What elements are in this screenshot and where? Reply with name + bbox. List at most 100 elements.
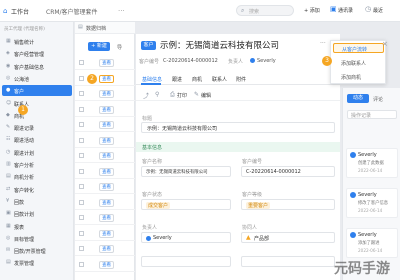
sidebar-item[interactable]: ▥ 客户分析 bbox=[2, 159, 72, 170]
customer-status-field[interactable]: 成交客户 bbox=[141, 199, 231, 210]
row-checkbox[interactable] bbox=[79, 91, 84, 96]
list-row[interactable]: 查看 bbox=[75, 227, 135, 241]
row-checkbox[interactable] bbox=[79, 215, 84, 220]
new-record-button[interactable]: + 新建 bbox=[88, 42, 110, 51]
sidebar-item[interactable]: ◆ 商机 bbox=[2, 110, 72, 121]
row-checkbox[interactable] bbox=[79, 199, 84, 205]
sidebar-item[interactable]: ◎ 公海池 bbox=[2, 73, 72, 84]
more-actions-button[interactable]: ··· bbox=[320, 40, 326, 47]
view-button[interactable]: 查看 bbox=[99, 121, 114, 129]
sidebar-item[interactable]: ▣ 回款计划 bbox=[2, 208, 72, 219]
list-row[interactable]: 查看 bbox=[75, 103, 135, 117]
view-button[interactable]: 查看 bbox=[99, 152, 114, 160]
edit-label[interactable]: 编辑 bbox=[201, 92, 211, 99]
contacts-label[interactable]: 通讯录 bbox=[338, 7, 353, 14]
view-button[interactable]: 查看 bbox=[99, 136, 114, 145]
sidebar-item[interactable]: ☷ 跟进活动 bbox=[2, 134, 72, 145]
customer-level-field[interactable]: 重要客户 bbox=[241, 199, 335, 210]
workspace-label[interactable]: 工作台 bbox=[11, 7, 29, 16]
recent-label[interactable]: 最近 bbox=[373, 7, 383, 14]
home-icon[interactable]: ⌂ bbox=[3, 7, 7, 15]
contacts-icon[interactable]: ▣ bbox=[330, 5, 337, 13]
view-button[interactable]: 查看 bbox=[99, 214, 114, 222]
extra-field-1[interactable] bbox=[141, 256, 231, 267]
edit-icon[interactable]: ✎ bbox=[194, 91, 199, 98]
sidebar-item[interactable]: ¥ 回款 bbox=[2, 196, 72, 207]
import-button[interactable]: 导 bbox=[117, 44, 122, 51]
sidebar-item[interactable]: ◈ 客户经营管理 bbox=[2, 48, 72, 59]
extra-field-2[interactable] bbox=[241, 256, 335, 267]
sidebar-item[interactable]: ◉ 客户基础信息 bbox=[2, 61, 72, 72]
list-row[interactable]: 查看 bbox=[75, 149, 135, 163]
list-row[interactable]: 查看 bbox=[75, 242, 135, 256]
view-button[interactable]: 查看 bbox=[99, 167, 114, 176]
print-label[interactable]: 打印 bbox=[177, 92, 187, 99]
search-input[interactable]: ⌕ 搜索 bbox=[236, 5, 294, 16]
list-row[interactable]: 查看 bbox=[75, 196, 135, 210]
tab-basic-info[interactable]: 基础信息 bbox=[142, 76, 162, 83]
list-row[interactable]: 查看 bbox=[75, 165, 135, 179]
sidebar-item[interactable]: ◎ 目标管理 bbox=[2, 233, 72, 244]
sidebar-item[interactable]: ● 客户 bbox=[2, 85, 72, 97]
sidebar-item[interactable]: ▦ 报表 bbox=[2, 221, 72, 232]
row-checkbox[interactable] bbox=[79, 122, 84, 127]
tab-comments[interactable]: 评论 bbox=[373, 96, 383, 103]
view-button[interactable]: 查看 bbox=[99, 74, 114, 83]
row-checkbox[interactable] bbox=[79, 168, 84, 174]
list-row[interactable]: 查看 bbox=[75, 72, 135, 86]
title-field[interactable]: 示例：无锡简道云科技有限公司 bbox=[141, 122, 335, 133]
activity-filter[interactable]: 操作记录 bbox=[347, 110, 397, 119]
view-button[interactable]: 查看 bbox=[99, 198, 114, 207]
row-checkbox[interactable] bbox=[79, 230, 84, 236]
row-checkbox[interactable] bbox=[79, 75, 84, 81]
tab-contacts[interactable]: 联系人 bbox=[212, 76, 227, 83]
sidebar-item[interactable]: ▤ 发票管理 bbox=[2, 257, 72, 268]
sidebar-item[interactable]: ⇄ 客户转化 bbox=[2, 184, 72, 195]
view-button[interactable]: 查看 bbox=[99, 105, 114, 114]
row-checkbox[interactable] bbox=[79, 246, 84, 251]
list-row[interactable]: 查看 bbox=[75, 180, 135, 194]
clock-icon[interactable]: ◷ bbox=[365, 5, 371, 13]
owner-field[interactable]: Severly bbox=[141, 232, 231, 243]
sidebar-item[interactable]: ✎ 跟进记录 bbox=[2, 122, 72, 133]
dropdown-item-0[interactable]: 从客户流转 bbox=[333, 43, 384, 53]
tab-activity[interactable]: 动态 bbox=[347, 94, 369, 103]
list-row[interactable]: 查看 bbox=[75, 258, 135, 272]
close-icon[interactable]: × bbox=[382, 40, 388, 48]
sidebar-item[interactable]: ▤ 商机分析 bbox=[2, 171, 72, 182]
row-checkbox[interactable] bbox=[79, 137, 84, 143]
list-row[interactable]: 查看 bbox=[75, 118, 135, 132]
row-checkbox[interactable] bbox=[79, 184, 84, 189]
customer-name-field[interactable]: 示例：无锡简道云科技有限公司 bbox=[141, 166, 231, 177]
tab-opportunity[interactable]: 商机 bbox=[192, 76, 202, 83]
list-row[interactable]: 查看 bbox=[75, 134, 135, 148]
collaborator-field[interactable]: ▲ 产品部 bbox=[241, 232, 335, 243]
view-button[interactable]: 查看 bbox=[99, 90, 114, 98]
row-checkbox[interactable] bbox=[79, 261, 84, 267]
row-checkbox[interactable] bbox=[79, 106, 84, 112]
sidebar-item[interactable]: ▦ 销售统计 bbox=[2, 36, 72, 47]
list-row[interactable]: 查看 bbox=[75, 87, 135, 101]
view-button[interactable]: 查看 bbox=[99, 59, 114, 67]
row-checkbox[interactable] bbox=[79, 153, 84, 158]
share-icon[interactable]: ⤴ bbox=[143, 91, 149, 100]
sidebar-item[interactable]: ☺联系人 bbox=[2, 98, 72, 109]
tab-attachments[interactable]: 附件 bbox=[236, 76, 246, 83]
dropdown-item-2[interactable]: 添加商机 bbox=[341, 74, 361, 81]
print-icon[interactable]: ⎙ bbox=[170, 91, 175, 99]
list-row[interactable]: 查看 bbox=[75, 211, 135, 225]
view-button[interactable]: 查看 bbox=[99, 229, 114, 238]
view-button[interactable]: 查看 bbox=[99, 245, 114, 253]
tab-follow[interactable]: 跟进 bbox=[172, 76, 182, 83]
more-menu[interactable]: ... bbox=[118, 5, 125, 13]
link-icon[interactable]: ⚲ bbox=[155, 91, 159, 98]
sidebar-item[interactable]: ◷ 跟进计划 bbox=[2, 147, 72, 158]
dropdown-item-1[interactable]: 添加联系人 bbox=[341, 60, 366, 67]
breadcrumb-tab[interactable]: CRM/客户管理套件 bbox=[46, 7, 98, 16]
sidebar-item[interactable]: ✉ 回款/开票管理 bbox=[2, 245, 72, 256]
list-row[interactable]: 查看 bbox=[75, 56, 135, 70]
view-button[interactable]: 查看 bbox=[99, 183, 114, 191]
row-checkbox[interactable] bbox=[79, 60, 84, 65]
view-button[interactable]: 查看 bbox=[99, 260, 114, 269]
add-button[interactable]: + 添加 bbox=[304, 7, 320, 14]
